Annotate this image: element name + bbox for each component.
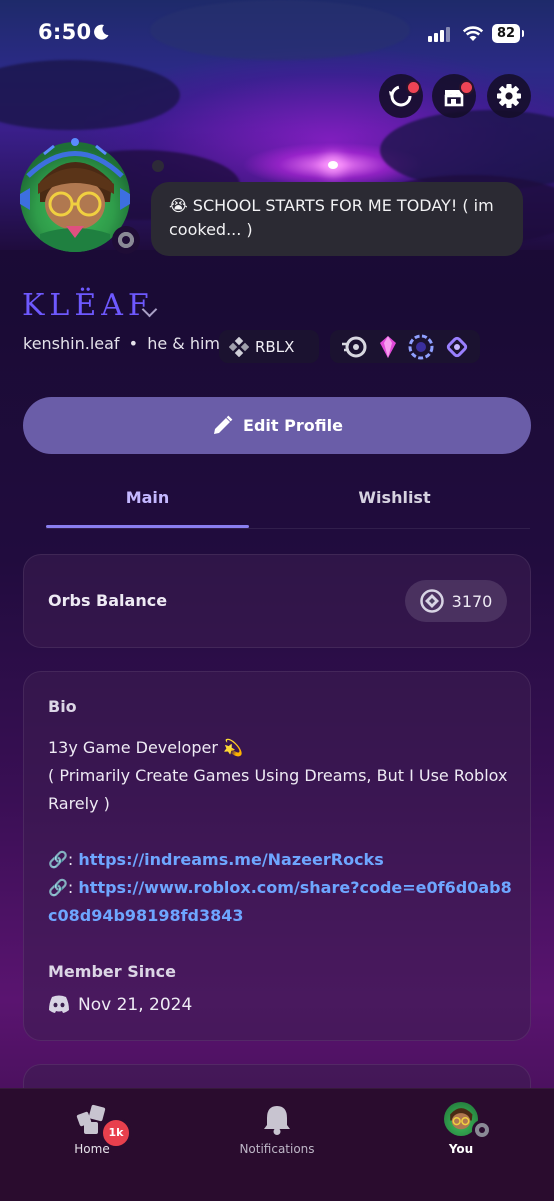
user-subinfo: kenshin.leaf • he & him. <box>23 334 225 353</box>
battery-indicator: 82 <box>492 24 524 43</box>
settings-button[interactable] <box>487 74 531 118</box>
bio-line: 13y Game Developer 💫 <box>48 738 243 757</box>
offline-status-icon <box>112 226 140 254</box>
orbs-balance-pill[interactable]: 3170 <box>405 580 507 622</box>
pronouns: he & him. <box>147 334 226 353</box>
orbs-balance-label: Orbs Balance <box>48 591 168 610</box>
gem-badge-icon[interactable] <box>378 335 398 359</box>
edit-profile-button[interactable]: Edit Profile <box>23 397 531 454</box>
orb-badge-icon[interactable] <box>445 335 469 359</box>
link-prefix: 🔗: <box>48 878 79 897</box>
bio-line: ( Primarily Create Games Using Dreams, B… <box>48 766 508 813</box>
bell-icon[interactable] <box>262 1103 292 1139</box>
speed-badge-icon[interactable] <box>341 336 367 358</box>
notification-dot <box>459 80 474 95</box>
server-tag-icon <box>229 336 249 357</box>
status-time: 6:50 <box>38 20 92 44</box>
bio-text: 13y Game Developer 💫 ( Primarily Create … <box>48 734 518 930</box>
username: kenshin.leaf <box>23 334 120 353</box>
cellular-signal-icon <box>428 26 452 42</box>
profile-avatar[interactable] <box>14 136 140 258</box>
server-tag-pill[interactable]: RBLX <box>219 330 319 363</box>
shop-button[interactable] <box>432 74 476 118</box>
discord-logo-icon <box>49 995 69 1013</box>
gear-icon <box>497 84 521 108</box>
nav-home-label[interactable]: Home <box>32 1142 152 1156</box>
wifi-icon <box>462 25 484 42</box>
display-name[interactable]: KLËAF <box>22 288 154 323</box>
bio-link-indreams[interactable]: https://indreams.me/NazeerRocks <box>78 850 383 869</box>
active-tab-indicator <box>46 525 249 528</box>
you-status-icon <box>472 1120 492 1140</box>
nitro-refresh-button[interactable] <box>379 74 423 118</box>
moon-icon <box>92 23 110 41</box>
tab-main[interactable]: Main <box>46 488 249 507</box>
member-since-date: Nov 21, 2024 <box>78 995 193 1015</box>
edit-profile-label: Edit Profile <box>243 416 343 435</box>
orb-icon <box>419 589 444 613</box>
pencil-icon <box>214 415 233 434</box>
tab-divider <box>46 528 530 529</box>
bio-link-roblox[interactable]: https://www.roblox.com/share?code=e0f6d0… <box>48 878 512 925</box>
profile-badges <box>330 330 480 363</box>
member-since-label: Member Since <box>48 962 176 981</box>
link-prefix: 🔗: <box>48 850 79 869</box>
tab-wishlist[interactable]: Wishlist <box>293 488 496 507</box>
custom-status-bubble[interactable]: 😭 SCHOOL STARTS FOR ME TODAY! ( im cooke… <box>151 182 523 256</box>
server-tag-label: RBLX <box>255 337 295 356</box>
status-bubble-tail <box>152 160 164 172</box>
notification-dot <box>406 80 421 95</box>
separator-dot: • <box>128 334 139 353</box>
bio-title: Bio <box>48 697 77 716</box>
orbs-balance-value: 3170 <box>451 591 493 611</box>
nav-notifications-label[interactable]: Notifications <box>217 1142 337 1156</box>
bio-card: Bio 13y Game Developer 💫 ( Primarily Cre… <box>23 671 531 1041</box>
nav-you-label[interactable]: You <box>401 1142 521 1156</box>
laurel-badge-icon[interactable] <box>408 334 434 360</box>
orbs-balance-card[interactable]: Orbs Balance 3170 <box>23 554 531 648</box>
